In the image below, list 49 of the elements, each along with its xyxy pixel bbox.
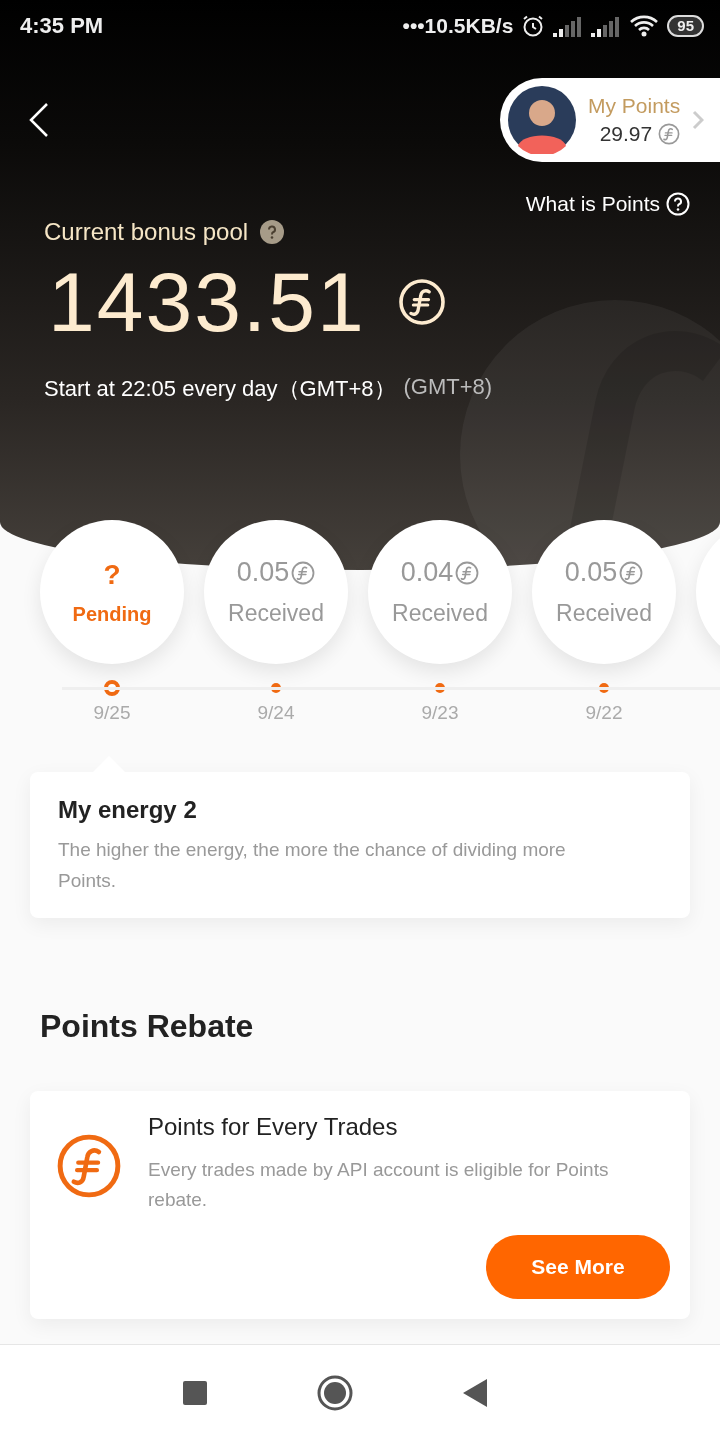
coin-icon: [291, 560, 316, 585]
pool-label: Current bonus pool: [44, 218, 249, 246]
day-status: Received: [556, 600, 652, 627]
day-status: Received: [392, 600, 488, 627]
energy-description: The higher the energy, the more the chance of dividing more Points.: [58, 838, 567, 893]
day-amount: 0.05: [564, 557, 618, 588]
day-amount: 0.04: [400, 557, 454, 588]
day-date: 9/25: [93, 702, 131, 724]
coin-icon: [455, 560, 480, 585]
my-points-label: My Points: [588, 94, 681, 118]
my-points-button[interactable]: My Points 29.97: [500, 78, 720, 162]
rebate-description: Every trades made by API account is eligible for Points rebate.: [148, 1158, 610, 1212]
recents-button[interactable]: [183, 1380, 207, 1405]
coin-icon: [658, 123, 681, 145]
coin-icon: [619, 560, 644, 585]
section-heading: Points Rebate: [40, 1008, 255, 1045]
my-points-value: 29.97: [599, 122, 653, 146]
status-time: 4:35 PM: [20, 13, 105, 39]
day-status: Received: [228, 600, 324, 627]
network-speed: •••10.5KB/s: [402, 14, 514, 38]
help-icon[interactable]: [260, 220, 285, 244]
what-is-points-link[interactable]: What is Points: [525, 192, 690, 216]
day-status: Pending: [72, 602, 152, 626]
day-date: 9/23: [421, 702, 459, 724]
day-amount: ?: [103, 558, 121, 591]
day-bubble[interactable]: 0.05 Received: [532, 520, 676, 664]
coin-icon: [56, 1133, 122, 1199]
schedule-text: Start at 22:05 every day（GMT+8）: [44, 375, 396, 403]
pool-amount: 1433.51: [48, 254, 366, 351]
coin-icon: [397, 278, 446, 326]
help-icon: [666, 192, 690, 216]
home-button[interactable]: [317, 1374, 353, 1411]
battery-level: 95: [667, 15, 704, 37]
chevron-right-icon: [692, 110, 705, 130]
energy-title: My energy 2: [58, 796, 198, 824]
day-bubble[interactable]: ? Pending: [40, 520, 184, 664]
timezone-text: (GMT+8): [403, 374, 493, 401]
day-date: 9/22: [585, 702, 623, 724]
signal-icon: [553, 15, 584, 37]
day-bubble[interactable]: 0.04 Received: [368, 520, 512, 664]
day-amount: 0.05: [236, 557, 290, 588]
signal-icon: [591, 15, 622, 37]
day-bubble[interactable]: 0.05 Received: [204, 520, 348, 664]
wifi-icon: [629, 14, 660, 38]
see-more-button[interactable]: See More: [486, 1235, 670, 1299]
rebate-title: Points for Every Trades: [148, 1113, 399, 1141]
day-date: 9/24: [257, 702, 295, 724]
avatar: [508, 86, 576, 154]
back-nav-button[interactable]: [463, 1378, 487, 1407]
